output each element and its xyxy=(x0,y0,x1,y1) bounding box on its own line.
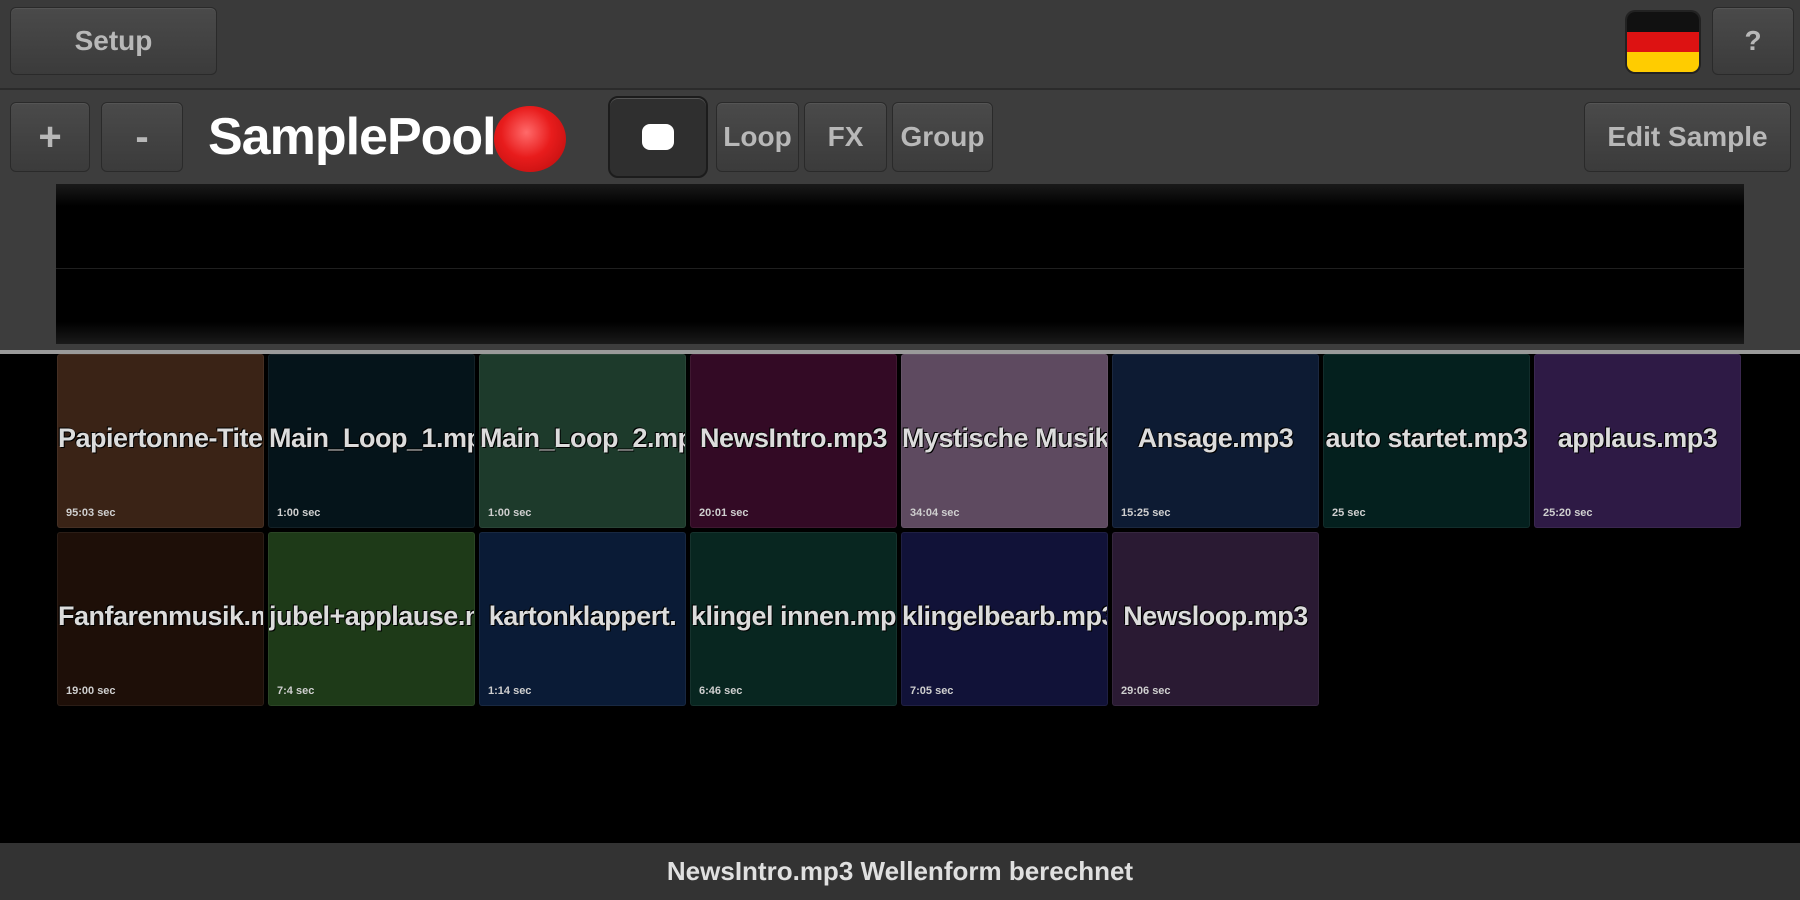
status-message: NewsIntro.mp3 Wellenform berechnet xyxy=(666,856,1134,886)
sample-tile[interactable]: jubel+applause.m 7:4 sec xyxy=(268,532,475,706)
sample-duration: 7:05 sec xyxy=(910,685,954,697)
sample-name: Ansage.mp3 xyxy=(1137,423,1294,453)
add-sample-button[interactable]: + xyxy=(10,102,90,172)
sample-grid: Papiertonne-Titel 95:03 sec Main_Loop_1.mp… xyxy=(57,354,1747,844)
loop-button[interactable]: Loop xyxy=(716,102,799,172)
sample-duration: 20:01 sec xyxy=(699,507,749,519)
sample-name: Main_Loop_2.mp3 xyxy=(480,423,685,453)
sample-tile[interactable]: Main_Loop_1.mp3 1:00 sec xyxy=(268,354,475,528)
sample-duration: 34:04 sec xyxy=(910,507,960,519)
status-bar: NewsIntro.mp3 Wellenform berechnet xyxy=(0,843,1800,900)
sample-tile[interactable]: Papiertonne-Titel 95:03 sec xyxy=(57,354,264,528)
sample-name: applaus.mp3 xyxy=(1557,423,1718,453)
sample-name: Fanfarenmusik.m xyxy=(58,601,263,631)
sample-tile[interactable]: auto startet.mp3 25 sec xyxy=(1323,354,1530,528)
sample-tile[interactable]: Ansage.mp3 15:25 sec xyxy=(1112,354,1319,528)
sample-duration: 1:14 sec xyxy=(488,685,532,697)
help-button[interactable]: ? xyxy=(1712,7,1794,75)
fx-button[interactable]: FX xyxy=(804,102,887,172)
sample-tile[interactable]: Mystische Musik. 34:04 sec xyxy=(901,354,1108,528)
edit-sample-button[interactable]: Edit Sample xyxy=(1584,102,1791,172)
sample-tile[interactable]: NewsIntro.mp3 20:01 sec xyxy=(690,354,897,528)
sample-duration: 29:06 sec xyxy=(1121,685,1171,697)
german-flag-icon[interactable] xyxy=(1627,12,1699,72)
sample-duration: 6:46 sec xyxy=(699,685,743,697)
sample-tile[interactable]: Newsloop.mp3 29:06 sec xyxy=(1112,532,1319,706)
sample-duration: 1:00 sec xyxy=(277,507,321,519)
top-bar: Setup ? xyxy=(0,0,1800,88)
sample-tile[interactable]: Fanfarenmusik.m 19:00 sec xyxy=(57,532,264,706)
sample-duration: 95:03 sec xyxy=(66,507,116,519)
app-title: SamplePool xyxy=(208,108,497,166)
sample-name: Mystische Musik. xyxy=(902,423,1107,453)
sample-duration: 19:00 sec xyxy=(66,685,116,697)
setup-button[interactable]: Setup xyxy=(10,7,217,75)
toolbar: + - SamplePool Loop FX Group Edit Sample xyxy=(0,88,1800,182)
waveform-center-line xyxy=(56,268,1744,269)
sample-tile[interactable]: kartonklappert. 1:14 sec xyxy=(479,532,686,706)
sample-tile[interactable]: klingel innen.mp3 6:46 sec xyxy=(690,532,897,706)
sample-name: jubel+applause.m xyxy=(269,601,474,631)
sample-duration: 1:00 sec xyxy=(488,507,532,519)
remove-sample-button[interactable]: - xyxy=(101,102,183,172)
sample-tile[interactable]: Main_Loop_2.mp3 1:00 sec xyxy=(479,354,686,528)
sample-duration: 7:4 sec xyxy=(277,685,315,697)
stop-icon xyxy=(642,124,674,150)
stop-button[interactable] xyxy=(608,96,708,178)
sample-name: NewsIntro.mp3 xyxy=(699,423,888,453)
record-indicator-icon[interactable] xyxy=(494,106,566,172)
sample-tile[interactable]: klingelbearb.mp3 7:05 sec xyxy=(901,532,1108,706)
sample-name: Papiertonne-Titel xyxy=(58,423,263,453)
sample-name: klingelbearb.mp3 xyxy=(902,601,1107,631)
sample-name: Newsloop.mp3 xyxy=(1123,601,1308,631)
sample-name: auto startet.mp3 xyxy=(1325,423,1528,453)
sample-name: kartonklappert. xyxy=(488,601,677,631)
waveform-display[interactable] xyxy=(56,184,1744,344)
sample-duration: 25:20 sec xyxy=(1543,507,1593,519)
waveform-panel xyxy=(0,180,1800,350)
sample-name: klingel innen.mp3 xyxy=(691,601,896,631)
sample-tile[interactable]: applaus.mp3 25:20 sec xyxy=(1534,354,1741,528)
group-button[interactable]: Group xyxy=(892,102,993,172)
sample-duration: 15:25 sec xyxy=(1121,507,1171,519)
sample-name: Main_Loop_1.mp3 xyxy=(269,423,474,453)
sample-duration: 25 sec xyxy=(1332,507,1366,519)
